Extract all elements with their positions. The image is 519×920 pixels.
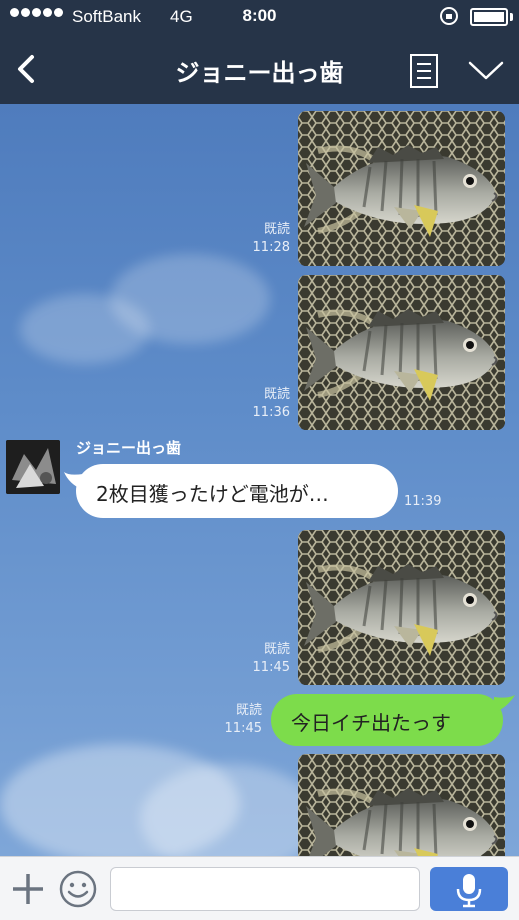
status-bar: SoftBank 4G 8:00 bbox=[0, 0, 519, 34]
read-receipt: 既読 bbox=[263, 387, 290, 402]
read-receipt: 既読 bbox=[263, 642, 290, 657]
emoji-button[interactable] bbox=[58, 869, 98, 909]
incoming-message-bubble[interactable]: 2枚目獲ったけど電池が… bbox=[76, 464, 398, 518]
message-input[interactable] bbox=[110, 867, 420, 911]
fish-photo-message[interactable] bbox=[298, 111, 505, 266]
battery-icon bbox=[470, 8, 508, 26]
chevron-down-icon bbox=[468, 61, 504, 80]
smiley-icon bbox=[59, 870, 97, 908]
chat-area[interactable]: 既読 11:28 既読 11:36 ジョニー出っ歯 2枚目獲ったけど電池が… 1… bbox=[0, 104, 519, 856]
read-receipt: 既読 bbox=[235, 703, 262, 718]
outgoing-message-bubble[interactable]: 今日イチ出たっす bbox=[271, 694, 503, 746]
message-meta: 既読 11:36 bbox=[230, 386, 290, 422]
fish-photo-message[interactable] bbox=[298, 754, 505, 856]
read-receipt: 既読 bbox=[263, 222, 290, 237]
message-meta: 既読 11:45 bbox=[230, 641, 290, 677]
fish-photo-message[interactable] bbox=[298, 530, 505, 685]
message-time: 11:36 bbox=[252, 405, 290, 420]
chat-header: ジョニー出っ歯 bbox=[0, 34, 519, 104]
message-time: 11:39 bbox=[404, 494, 442, 509]
sender-name: ジョニー出っ歯 bbox=[76, 439, 182, 457]
microphone-icon bbox=[456, 874, 482, 908]
menu-button[interactable] bbox=[408, 53, 440, 89]
message-time: 11:45 bbox=[252, 660, 290, 675]
fish-photo-message[interactable] bbox=[298, 275, 505, 430]
expand-menu-button[interactable] bbox=[466, 54, 506, 86]
fish-image bbox=[298, 111, 505, 266]
fish-image bbox=[298, 530, 505, 685]
avatar[interactable] bbox=[6, 440, 60, 494]
chat-title: ジョニー出っ歯 bbox=[175, 59, 344, 87]
message-input-bar bbox=[0, 856, 519, 920]
fish-image bbox=[298, 275, 505, 430]
message-meta: 既読 11:28 bbox=[230, 221, 290, 257]
plus-icon bbox=[13, 874, 43, 904]
message-time: 11:45 bbox=[224, 721, 262, 736]
message-time: 11:28 bbox=[252, 240, 290, 255]
fish-image bbox=[298, 754, 505, 856]
notes-icon bbox=[410, 54, 438, 88]
message-meta: 既読 11:45 bbox=[202, 702, 262, 738]
rotation-lock-icon bbox=[440, 7, 458, 25]
add-attachment-button[interactable] bbox=[10, 871, 46, 907]
voice-message-button[interactable] bbox=[430, 867, 508, 911]
